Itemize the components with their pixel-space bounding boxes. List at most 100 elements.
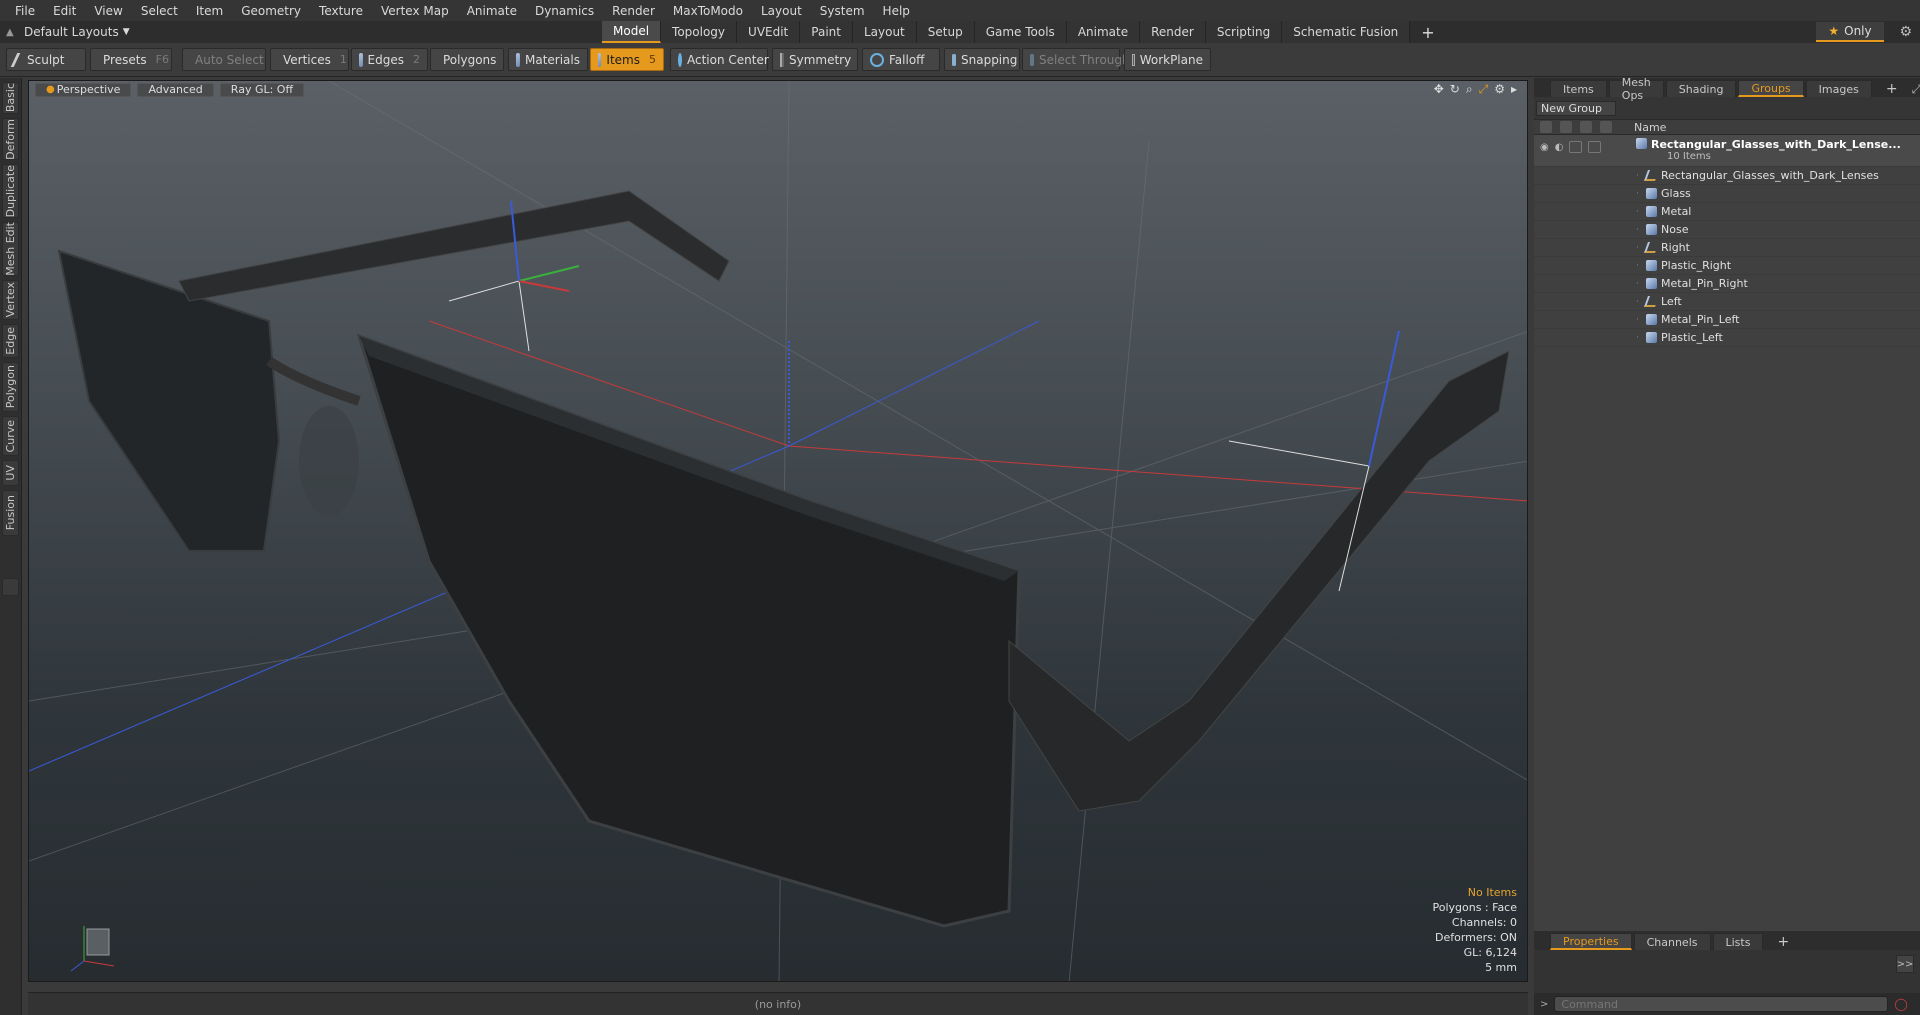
left-tab-polygon[interactable]: Polygon [2, 362, 19, 412]
tree-group-row[interactable]: ◉ ◐ Rectangular_Glasses_with_Dark_Lense.… [1534, 135, 1920, 167]
edges-button[interactable]: Edges 2 [351, 48, 428, 71]
panel-expand-icon[interactable]: ⤢ [1912, 82, 1920, 97]
symmetry-button[interactable]: Symmetry [772, 48, 858, 71]
tree-row[interactable]: · Right [1534, 239, 1920, 257]
left-tab-fusion[interactable]: Fusion [2, 490, 19, 536]
tab-properties[interactable]: Properties [1550, 933, 1632, 950]
expand-arrow-icon[interactable]: ▸ [1511, 82, 1517, 97]
tab-model[interactable]: Model [602, 21, 662, 43]
tab-groups[interactable]: Groups [1738, 80, 1804, 97]
tab-uvedit[interactable]: UVEdit [737, 21, 801, 43]
only-button[interactable]: ★ Only [1816, 22, 1884, 42]
tab-schematic-fusion[interactable]: Schematic Fusion [1282, 21, 1411, 43]
fit-icon[interactable]: ⤢ [1479, 82, 1489, 97]
materials-button[interactable]: Materials [508, 48, 588, 71]
tab-topology[interactable]: Topology [661, 21, 738, 43]
rotate-icon[interactable]: ↻ [1450, 82, 1460, 97]
tab-mesh-ops[interactable]: Mesh Ops [1608, 76, 1664, 102]
tab-layout[interactable]: Layout [852, 21, 917, 43]
viewport-settings-icon[interactable]: ⚙ [1494, 82, 1505, 97]
menu-geometry[interactable]: Geometry [232, 4, 310, 18]
polygons-button[interactable]: Polygons [430, 48, 504, 71]
command-clear-icon[interactable]: ◯ [1894, 997, 1907, 1011]
tree-row[interactable]: · Glass [1534, 185, 1920, 203]
new-group-button[interactable]: New Group [1536, 101, 1616, 116]
menu-help[interactable]: Help [874, 4, 919, 18]
lock-column-icon[interactable] [1580, 121, 1592, 133]
visibility-column-icon[interactable] [1540, 121, 1552, 133]
menu-layout[interactable]: Layout [752, 4, 811, 18]
tab-lists[interactable]: Lists [1712, 933, 1764, 950]
menu-item[interactable]: Item [187, 4, 232, 18]
menu-maxtomodo[interactable]: MaxToModo [664, 4, 752, 18]
3d-viewport[interactable]: ● Perspective Advanced Ray GL: Off ✥ ↻ ⌕… [28, 80, 1528, 982]
eye-icon[interactable]: ◉ [1540, 142, 1549, 153]
tab-images[interactable]: Images [1805, 80, 1872, 97]
menu-view[interactable]: View [85, 4, 131, 18]
tab-setup[interactable]: Setup [916, 21, 975, 43]
tab-paint[interactable]: Paint [800, 21, 853, 43]
name-column-header[interactable]: Name [1634, 121, 1666, 134]
select-checkbox[interactable] [1588, 141, 1602, 153]
snapping-button[interactable]: Snapping [944, 48, 1020, 71]
add-panel-tab-button[interactable]: + [1874, 80, 1910, 97]
left-tab-basic[interactable]: Basic [2, 82, 19, 114]
tree-row[interactable]: · Metal_Pin_Right [1534, 275, 1920, 293]
add-tab-button[interactable]: + [1410, 21, 1445, 43]
left-tab-mesh-edit[interactable]: Mesh Edit [2, 222, 19, 276]
workplane-button[interactable]: WorkPlane [1124, 48, 1211, 71]
left-tab-edge[interactable]: Edge [2, 324, 19, 358]
tab-render[interactable]: Render [1140, 21, 1206, 43]
falloff-button[interactable]: Falloff [862, 48, 940, 71]
menu-vertex-map[interactable]: Vertex Map [372, 4, 458, 18]
menu-system[interactable]: System [811, 4, 874, 18]
left-tab-vertex[interactable]: Vertex [2, 280, 19, 320]
left-tab-curve[interactable]: Curve [2, 416, 19, 456]
tree-row[interactable]: · Left [1534, 293, 1920, 311]
expand-properties-button[interactable]: >> [1896, 955, 1914, 973]
zoom-icon[interactable]: ⌕ [1466, 82, 1473, 97]
left-tab-duplicate[interactable]: Duplicate [2, 164, 19, 218]
select-column-icon[interactable] [1600, 121, 1612, 133]
left-tab-deform[interactable]: Deform [2, 118, 19, 160]
add-bottom-tab-button[interactable]: + [1765, 933, 1801, 950]
layout-dropdown[interactable]: ▲ Default Layouts ▼ [0, 21, 140, 43]
menu-animate[interactable]: Animate [458, 4, 526, 18]
command-input[interactable] [1554, 996, 1889, 1012]
tab-channels[interactable]: Channels [1633, 933, 1711, 950]
sculpt-button[interactable]: Sculpt [6, 48, 86, 71]
tree-row[interactable]: · Plastic_Right [1534, 257, 1920, 275]
render-column-icon[interactable] [1560, 121, 1572, 133]
menu-file[interactable]: File [6, 4, 44, 18]
select-through-button[interactable]: Select Through [1022, 48, 1130, 71]
action-center-button[interactable]: Action Center [670, 48, 769, 71]
left-tab-uv[interactable]: UV [2, 460, 19, 486]
presets-button[interactable]: Presets F6 [90, 48, 172, 71]
pan-icon[interactable]: ✥ [1434, 82, 1444, 97]
render-icon[interactable]: ◐ [1555, 142, 1564, 153]
menu-texture[interactable]: Texture [310, 4, 372, 18]
perspective-dropdown[interactable]: ● Perspective [35, 82, 132, 97]
tab-game-tools[interactable]: Game Tools [974, 21, 1067, 43]
tab-shading[interactable]: Shading [1665, 80, 1737, 97]
auto-select-button[interactable]: Auto Select [182, 48, 266, 71]
tree-row[interactable]: · Metal_Pin_Left [1534, 311, 1920, 329]
menu-dynamics[interactable]: Dynamics [526, 4, 603, 18]
lock-checkbox[interactable] [1569, 141, 1583, 153]
left-tab-extra[interactable] [2, 578, 19, 596]
gear-icon[interactable]: ⚙ [1899, 24, 1912, 40]
shading-mode-dropdown[interactable]: Advanced [137, 82, 214, 97]
tree-row[interactable]: · Plastic_Left [1534, 329, 1920, 347]
vertices-button[interactable]: Vertices 1 [270, 48, 349, 71]
menu-edit[interactable]: Edit [44, 4, 85, 18]
tab-items[interactable]: Items [1550, 80, 1607, 97]
menu-render[interactable]: Render [603, 4, 664, 18]
tab-scripting[interactable]: Scripting [1205, 21, 1283, 43]
tree-row[interactable]: · Metal [1534, 203, 1920, 221]
tree-row[interactable]: · Rectangular_Glasses_with_Dark_Lenses [1534, 167, 1920, 185]
items-button[interactable]: Items 5 [590, 48, 664, 71]
tree-row[interactable]: · Nose [1534, 221, 1920, 239]
raygl-toggle[interactable]: Ray GL: Off [219, 82, 305, 97]
menu-select[interactable]: Select [132, 4, 187, 18]
tab-animate[interactable]: Animate [1066, 21, 1141, 43]
